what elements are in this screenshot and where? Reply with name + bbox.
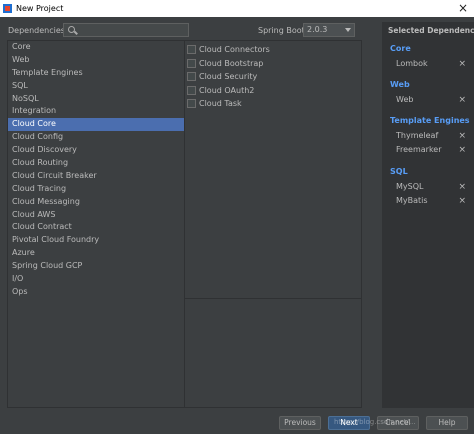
dependency-option-label: Cloud Security [199,72,258,82]
dependency-option-label: Cloud Task [199,99,242,109]
checkbox[interactable] [187,85,196,95]
remove-icon[interactable]: × [458,94,466,106]
dependency-option[interactable]: Cloud Bootstrap [185,57,361,71]
help-button[interactable]: Help [426,416,468,430]
selected-dependency-item: MyBatis × [396,195,466,207]
remove-icon[interactable]: × [458,130,466,142]
dependencies-label: Dependencies [8,26,65,35]
dependency-option[interactable]: Cloud Connectors [185,43,361,57]
spring-boot-version-select[interactable]: 2.0.3 [303,23,355,37]
selected-dependency-label: MyBatis [396,196,428,205]
category-item[interactable]: Spring Cloud GCP [8,260,184,273]
selected-dependency-label: Thymeleaf [396,131,439,140]
selected-group-title: SQL [390,167,408,176]
category-item[interactable]: NoSQL [8,93,184,106]
checkbox[interactable] [187,72,196,82]
remove-icon[interactable]: × [458,144,466,156]
selected-dependency-item: MySQL × [396,181,466,193]
search-box[interactable] [63,23,189,37]
previous-button[interactable]: Previous [279,416,321,430]
category-item[interactable]: Web [8,54,184,67]
category-item[interactable]: I/O [8,273,184,286]
next-button-label: Next [340,418,358,427]
footer-bar: Previous Next Cancel Help https://blog.c… [0,410,474,434]
category-item[interactable]: Cloud Circuit Breaker [8,170,184,183]
category-item[interactable]: Cloud Core [8,118,184,132]
cancel-button[interactable]: Cancel [377,416,419,430]
selected-dependency-item: Lombok × [396,58,466,70]
category-item[interactable]: SQL [8,80,184,93]
checkbox[interactable] [187,99,196,109]
dependency-option[interactable]: Cloud OAuth2 [185,84,361,98]
selected-dependencies-title: Selected Dependencies [388,26,474,35]
category-item[interactable]: Cloud Contract [8,221,184,234]
selected-dependency-label: Freemarker [396,145,442,154]
next-button[interactable]: Next [328,416,370,430]
intellij-app-icon [3,4,12,13]
remove-icon[interactable]: × [458,195,466,207]
category-item[interactable]: Template Engines [8,67,184,80]
category-list[interactable]: Core Web Template Engines SQL NoSQL Integrati… [7,40,185,408]
category-item[interactable]: Cloud Messaging [8,196,184,209]
selected-group-title: Template Engines [390,116,470,125]
selected-group-title: Core [390,44,411,53]
spring-boot-label: Spring Boot [258,26,305,35]
selected-dependency-label: MySQL [396,182,424,191]
dependency-options-panel: Cloud Connectors Cloud Bootstrap Cloud Sec… [185,40,362,408]
cancel-button-label: Cancel [385,418,411,427]
category-item[interactable]: Cloud Routing [8,157,184,170]
category-item[interactable]: Cloud AWS [8,209,184,222]
dependency-option-label: Cloud OAuth2 [199,85,255,95]
window-title: New Project [16,4,64,13]
dependency-options-list: Cloud Connectors Cloud Bootstrap Cloud Sec… [185,41,361,299]
selected-group-title: Web [390,80,410,89]
remove-icon[interactable]: × [458,181,466,193]
chevron-down-icon [345,28,351,32]
dependency-option-label: Cloud Connectors [199,45,270,55]
selected-dependency-item: Web × [396,94,466,106]
category-item[interactable]: Cloud Config [8,131,184,144]
search-input[interactable] [78,24,186,36]
category-item[interactable]: Integration [8,105,184,118]
title-bar: New Project × [0,0,474,17]
search-icon [68,26,75,33]
previous-button-label: Previous [284,418,316,427]
category-item[interactable]: Core [8,41,184,54]
checkbox[interactable] [187,45,196,55]
category-item[interactable]: Ops [8,286,184,299]
category-item[interactable]: Azure [8,247,184,260]
selected-dependency-label: Lombok [396,59,428,68]
dependency-option[interactable]: Cloud Task [185,97,361,111]
help-button-label: Help [438,418,456,427]
selected-dependencies-panel: Selected Dependencies Core Lombok × Web Web ×… [382,22,474,408]
selected-dependency-item: Freemarker × [396,144,466,156]
selected-dependency-item: Thymeleaf × [396,130,466,142]
category-item[interactable]: Pivotal Cloud Foundry [8,234,184,247]
dependency-option[interactable]: Cloud Security [185,70,361,84]
remove-icon[interactable]: × [458,58,466,70]
spring-boot-version-value: 2.0.3 [307,25,328,34]
selected-dependency-label: Web [396,95,414,104]
category-item[interactable]: Cloud Discovery [8,144,184,157]
checkbox[interactable] [187,58,196,68]
close-icon[interactable]: × [458,1,468,15]
category-item[interactable]: Cloud Tracing [8,183,184,196]
dependency-option-label: Cloud Bootstrap [199,58,264,68]
